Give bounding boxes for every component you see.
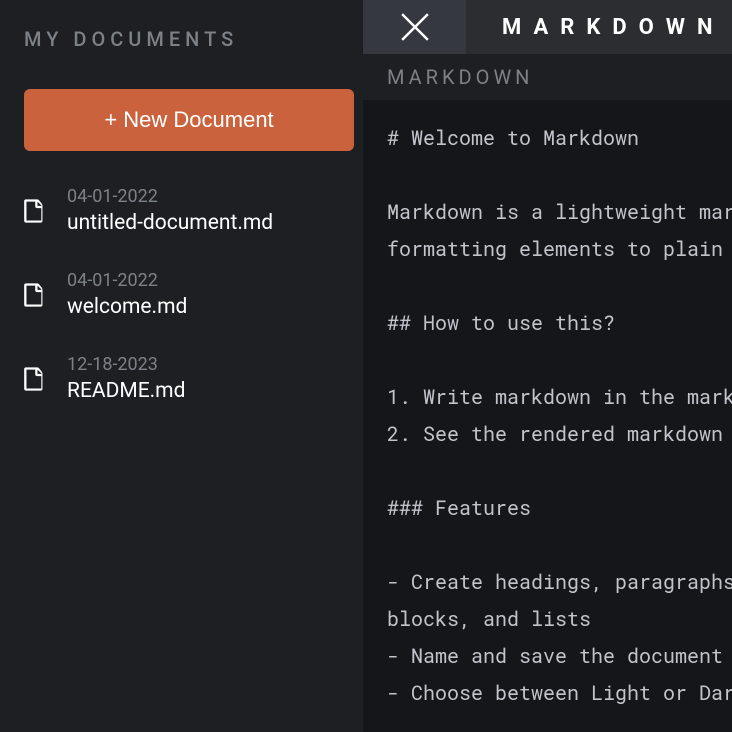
new-document-button[interactable]: + New Document	[24, 89, 354, 151]
file-icon	[24, 283, 43, 307]
document-name: README.md	[67, 379, 185, 403]
pane-header: MARKDOWN	[363, 54, 732, 100]
close-sidebar-button[interactable]	[363, 0, 466, 54]
document-date: 12-18-2023	[67, 354, 185, 375]
document-name: untitled-document.md	[67, 211, 273, 235]
document-date: 04-01-2022	[67, 270, 187, 291]
file-icon	[24, 367, 43, 391]
topbar: MARKDOWN	[363, 0, 732, 54]
document-item[interactable]: 04-01-2022 untitled-document.md	[24, 186, 339, 235]
document-item[interactable]: 04-01-2022 welcome.md	[24, 270, 339, 319]
document-item[interactable]: 12-18-2023 README.md	[24, 354, 339, 403]
app-brand: MARKDOWN	[466, 0, 732, 54]
editor-content[interactable]: # Welcome to Markdown Markdown is a ligh…	[387, 120, 732, 712]
close-icon	[397, 9, 433, 45]
document-date: 04-01-2022	[67, 186, 273, 207]
file-icon	[24, 199, 43, 223]
sidebar: MY DOCUMENTS + New Document 04-01-2022 u…	[0, 0, 363, 732]
document-list: 04-01-2022 untitled-document.md 04-01-20…	[24, 186, 339, 403]
sidebar-title: MY DOCUMENTS	[24, 27, 339, 51]
document-name: welcome.md	[67, 295, 187, 319]
main-area: MARKDOWN MARKDOWN # Welcome to Markdown …	[363, 0, 732, 732]
editor-area[interactable]: # Welcome to Markdown Markdown is a ligh…	[363, 100, 732, 732]
